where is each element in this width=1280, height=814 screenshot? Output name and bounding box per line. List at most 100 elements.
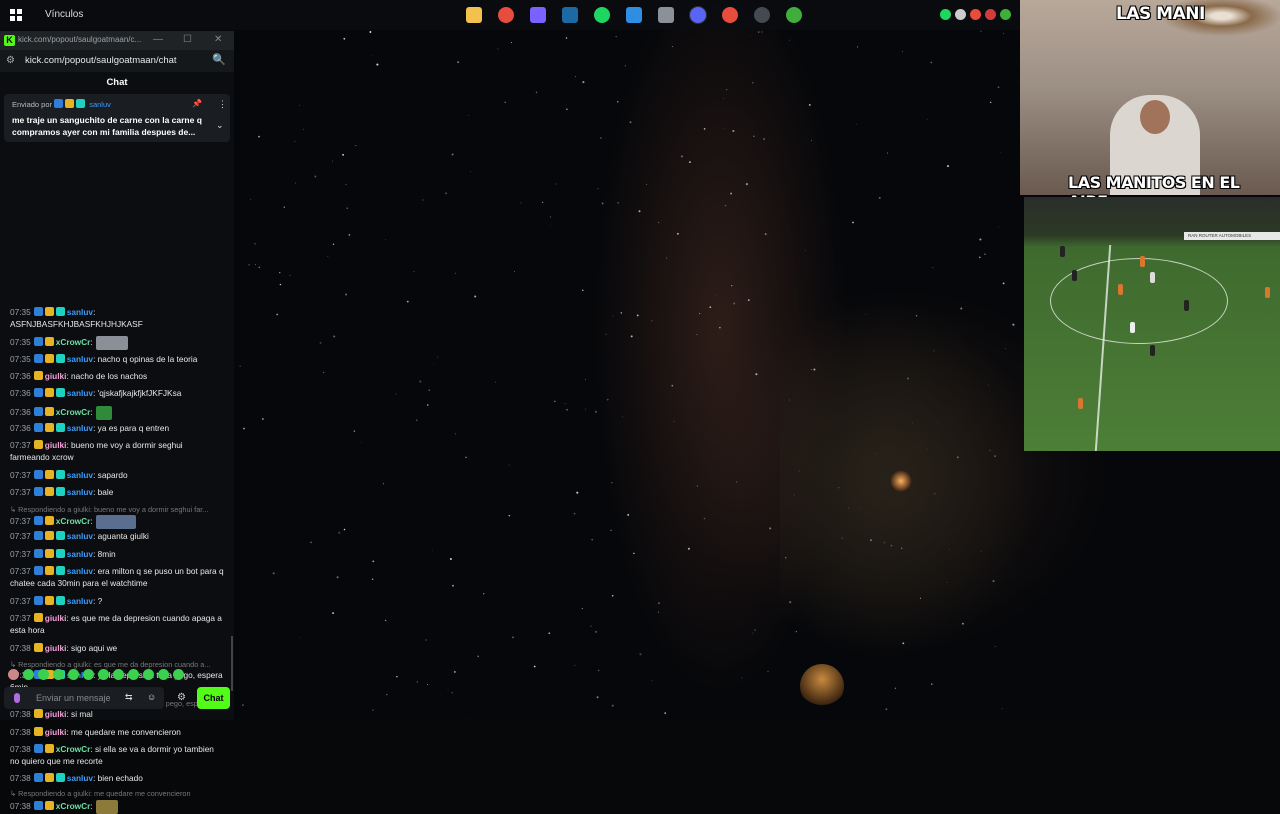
more-options-icon[interactable]: ⋮ (218, 99, 227, 110)
chat-username[interactable]: sanluv (67, 773, 93, 783)
spotify-icon[interactable] (590, 3, 614, 27)
steam-icon[interactable] (558, 3, 582, 27)
chat-username[interactable]: xCrowCr (56, 407, 91, 417)
chat-username[interactable]: xCrowCr (56, 516, 91, 526)
quick-emote-icon[interactable] (158, 669, 169, 680)
file-explorer-icon[interactable] (462, 3, 486, 27)
quick-emote-icon[interactable] (38, 669, 49, 680)
user-badge-icon (33, 643, 43, 652)
quick-emote-icon[interactable] (128, 669, 139, 680)
copilot-icon[interactable] (526, 3, 550, 27)
chat-username[interactable]: sanluv (67, 354, 93, 364)
reply-context[interactable]: ↳ Respondiendo a giulki: me quedare me c… (10, 789, 224, 798)
quick-emote-icon[interactable] (53, 669, 64, 680)
chat-username[interactable]: giulki (45, 613, 67, 623)
chat-scrollbar[interactable] (231, 636, 233, 691)
chrome-profile-icon[interactable] (718, 3, 742, 27)
chat-message[interactable]: 07:37 sanluv: 8min (10, 549, 224, 561)
address-url[interactable]: kick.com/popout/saulgoatmaan/chat (25, 55, 177, 66)
chat-message[interactable]: 07:38 sanluv: bien echado (10, 773, 224, 785)
message-input[interactable]: Enviar un mensaje ⇆ ☺ (4, 687, 164, 709)
chat-username[interactable]: giulki (45, 371, 67, 381)
ms-store-icon[interactable] (622, 3, 646, 27)
site-info-icon[interactable]: ⚙ (6, 55, 15, 66)
xbox-tray-icon[interactable] (1000, 9, 1011, 20)
chat-message[interactable]: 07:37 giulki: bueno me voy a dormir seghu… (10, 440, 224, 463)
quick-emote-icon[interactable] (98, 669, 109, 680)
chat-username[interactable]: sanluv (67, 388, 93, 398)
chat-username[interactable]: giulki (45, 440, 67, 450)
chat-username[interactable]: xCrowCr (56, 337, 91, 347)
chat-message[interactable]: 07:38 giulki: sigo aqui we (10, 643, 224, 655)
minimize-icon[interactable]: — (153, 34, 163, 45)
chat-message[interactable]: 07:37 sanluv: sapardo (10, 470, 224, 482)
address-bar[interactable]: ⚙ kick.com/popout/saulgoatmaan/chat 🔍 (0, 50, 234, 72)
quick-emote-icon[interactable] (113, 669, 124, 680)
reply-context[interactable]: ↳ Respondiendo a giulki: es que me da de… (10, 660, 224, 669)
pinned-message[interactable]: Enviado por sanluv 📌 ⋮ me traje un sangu… (4, 94, 230, 142)
reply-context[interactable]: ↳ Respondiendo a giulki: bueno me voy a … (10, 505, 224, 514)
chat-message[interactable]: 07:36 giulki: nacho de los nachos (10, 371, 224, 383)
star (620, 312, 622, 314)
quick-emote-icon[interactable] (83, 669, 94, 680)
pin-icon[interactable]: 📌 (192, 99, 202, 108)
xbox-icon[interactable] (782, 3, 806, 27)
quick-emote-icon[interactable] (173, 669, 184, 680)
chat-message[interactable]: 07:37 sanluv: ? (10, 596, 224, 608)
window-titlebar[interactable]: K kick.com/popout/saulgoatmaan/c... — ☐ … (0, 31, 234, 50)
obs-icon[interactable] (750, 3, 774, 27)
chat-message[interactable]: 07:36 xCrowCr: (10, 406, 224, 420)
chat-message[interactable]: 07:38 xCrowCr: (10, 800, 224, 814)
app-tray-icon[interactable] (970, 9, 981, 20)
pc-icon[interactable] (654, 3, 678, 27)
send-chat-button[interactable]: Chat (197, 687, 230, 709)
chrome-icon[interactable] (494, 3, 518, 27)
chat-message[interactable]: 07:37 sanluv: aguanta giulki (10, 531, 224, 543)
chat-username[interactable]: sanluv (67, 307, 93, 317)
quick-emote-icon[interactable] (23, 669, 34, 680)
mic-icon[interactable] (14, 693, 20, 703)
chat-message[interactable]: 07:37 giulki: es que me da depresion cuan… (10, 613, 224, 636)
search-icon[interactable]: 🔍 (212, 53, 226, 66)
chat-message[interactable]: 07:35 sanluv: nacho q opinas de la teoria (10, 354, 224, 366)
links-toolbar-label[interactable]: Vínculos (45, 9, 83, 20)
chevron-down-icon[interactable]: ⌄ (216, 120, 224, 131)
maximize-icon[interactable]: ☐ (183, 34, 192, 45)
quick-emote-icon[interactable] (68, 669, 79, 680)
chat-message[interactable]: 07:36 sanluv: ya es para q entren (10, 423, 224, 435)
close-icon[interactable]: ✕ (214, 34, 222, 45)
chat-username[interactable]: xCrowCr (56, 801, 91, 811)
chat-message[interactable]: 07:38 xCrowCr: si ella se va a dormir yo … (10, 744, 224, 767)
chat-username[interactable]: giulki (45, 727, 67, 737)
chat-username[interactable]: xCrowCr (56, 744, 91, 754)
quick-emote-icon[interactable] (143, 669, 154, 680)
chat-username[interactable]: sanluv (67, 549, 93, 559)
chat-message[interactable]: 07:38 giulki: me quedare me convencieron (10, 727, 224, 739)
discord-icon[interactable] (686, 3, 710, 27)
chat-message[interactable]: 07:36 sanluv: 'qjskafjkajkfjkfJKFJKsa (10, 388, 224, 400)
emoji-icon[interactable]: ☺ (147, 692, 156, 702)
chat-message[interactable]: 07:35 sanluv: ASFNJBASFKHJBASFKHJHJKASF (10, 307, 224, 330)
chat-message[interactable]: 07:38 giulki: si mal (10, 709, 224, 721)
chat-message[interactable]: 07:37 xCrowCr: (10, 515, 224, 529)
chat-username[interactable]: giulki (45, 709, 67, 719)
chat-message[interactable]: 07:37 sanluv: bale (10, 487, 224, 499)
chat-message[interactable]: 07:35 xCrowCr: (10, 336, 224, 350)
chat-username[interactable]: sanluv (67, 596, 93, 606)
star (386, 694, 388, 696)
chat-username[interactable]: sanluv (67, 487, 93, 497)
chat-username[interactable]: sanluv (67, 531, 93, 541)
chat-username[interactable]: sanluv (67, 423, 93, 433)
text-format-icon[interactable]: ⇆ (125, 692, 133, 703)
quick-emote-icon[interactable] (8, 669, 19, 680)
spotify-tray-icon[interactable] (940, 9, 951, 20)
windows-start-icon[interactable] (10, 9, 22, 21)
chat-username[interactable]: sanluv (67, 566, 93, 576)
chat-username[interactable]: giulki (45, 643, 67, 653)
app-tray-icon-2[interactable] (985, 9, 996, 20)
chat-message[interactable]: 07:37 sanluv: era milton q se puso un bot… (10, 566, 224, 589)
discord-tray-icon[interactable] (955, 9, 966, 20)
message-text: : sapardo (93, 470, 128, 480)
chat-username[interactable]: sanluv (67, 470, 93, 480)
settings-gear-icon[interactable]: ⚙ (177, 692, 186, 703)
